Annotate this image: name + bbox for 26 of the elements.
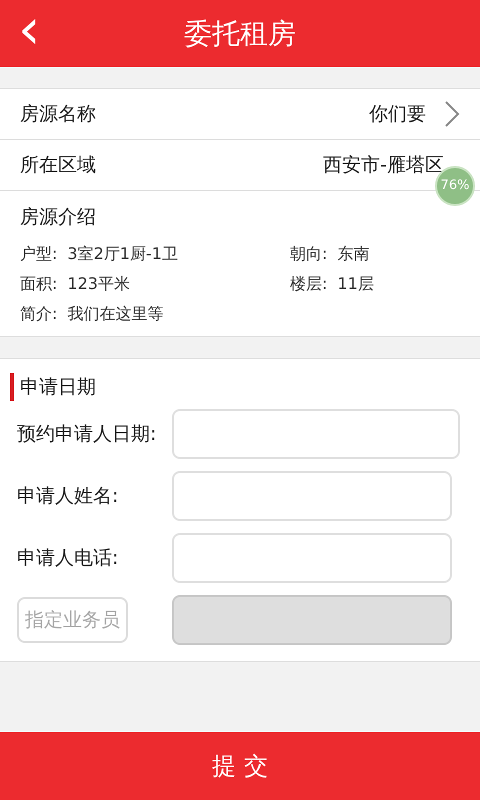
detail-value: 123平米: [67, 272, 130, 294]
input-field[interactable]: [172, 409, 460, 459]
detail-value: 东南: [337, 242, 370, 264]
field-label: 预约申请人日期:: [17, 422, 156, 445]
field-label: 申请人电话:: [17, 546, 118, 569]
detail-label: 面积:: [20, 272, 58, 294]
field-label: 申请人姓名:: [17, 484, 118, 507]
row-label: 所在区域: [20, 152, 96, 178]
detail-value: 我们在这里等: [67, 302, 164, 324]
input-field[interactable]: [172, 533, 452, 583]
row-label: 房源名称: [20, 102, 96, 127]
input-field[interactable]: [172, 471, 452, 521]
page-title: 委托租房: [184, 16, 296, 52]
detail-value: 11层: [337, 272, 374, 294]
detail-label: 朝向:: [290, 242, 328, 264]
accent-bar: [10, 372, 14, 401]
back-button[interactable]: ‹: [18, 2, 40, 58]
submit-button[interactable]: 提 交: [0, 732, 480, 800]
detail-value: 3室2厅1厨-1卫: [67, 242, 178, 264]
section-title: 房源介绍: [20, 206, 96, 228]
detail-label: 户型:: [20, 242, 58, 264]
detail-label: 楼层:: [290, 272, 328, 294]
row-value: 你们要: [369, 102, 426, 127]
detail-label: 简介:: [20, 302, 58, 324]
chevron-right-icon[interactable]: [444, 100, 460, 128]
section-title: 申请日期: [20, 374, 96, 400]
